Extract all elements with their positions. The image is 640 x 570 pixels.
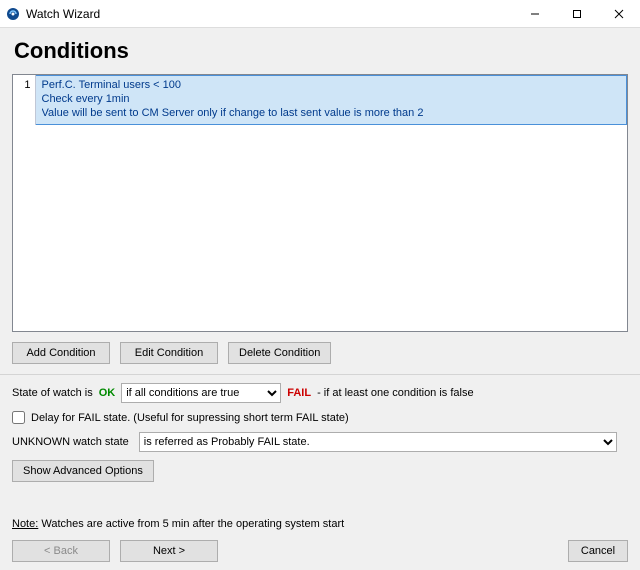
unknown-state-combo[interactable]: is referred as Probably FAIL state. [139, 432, 617, 452]
state-fail-suffix: - if at least one condition is false [317, 387, 474, 399]
unknown-row: UNKNOWN watch state is referred as Proba… [0, 430, 640, 460]
delay-fail-label[interactable]: Delay for FAIL state. (Useful for supres… [31, 412, 349, 424]
condition-line-3: Value will be sent to CM Server only if … [42, 106, 621, 120]
add-condition-button[interactable]: Add Condition [12, 342, 110, 364]
condition-line-2: Check every 1min [42, 92, 621, 106]
page-title: Conditions [14, 38, 626, 64]
condition-line-1: Perf.C. Terminal users < 100 [42, 78, 621, 92]
delete-condition-button[interactable]: Delete Condition [228, 342, 331, 364]
state-row: State of watch is OK if all conditions a… [0, 375, 640, 407]
wizard-window: Watch Wizard Conditions 1 Perf.C. Termin… [0, 0, 640, 540]
condition-row[interactable]: 1 Perf.C. Terminal users < 100 Check eve… [13, 76, 627, 125]
condition-row-body[interactable]: Perf.C. Terminal users < 100 Check every… [35, 76, 627, 125]
window-title: Watch Wizard [26, 7, 100, 21]
unknown-label: UNKNOWN watch state [12, 436, 129, 448]
cancel-button[interactable]: Cancel [568, 540, 628, 562]
maximize-button[interactable] [556, 0, 598, 28]
delay-fail-checkbox[interactable] [12, 411, 25, 424]
advanced-row: Show Advanced Options [0, 460, 640, 490]
state-ok-label: OK [99, 387, 116, 399]
show-advanced-button[interactable]: Show Advanced Options [12, 460, 154, 482]
note-row: Note: Watches are active from 5 min afte… [0, 490, 640, 536]
note-text: Watches are active from 5 min after the … [38, 518, 344, 530]
condition-buttons-row: Add Condition Edit Condition Delete Cond… [0, 342, 640, 375]
note-label: Note: [12, 518, 38, 530]
minimize-button[interactable] [514, 0, 556, 28]
app-icon [6, 7, 20, 21]
wizard-footer: < Back Next > Cancel [0, 536, 640, 570]
back-button[interactable]: < Back [12, 540, 110, 562]
state-fail-label: FAIL [287, 387, 311, 399]
state-prefix: State of watch is [12, 387, 93, 399]
delay-row: Delay for FAIL state. (Useful for supres… [0, 407, 640, 430]
conditions-list[interactable]: 1 Perf.C. Terminal users < 100 Check eve… [12, 74, 628, 332]
page-header: Conditions [0, 28, 640, 70]
edit-condition-button[interactable]: Edit Condition [120, 342, 218, 364]
next-button[interactable]: Next > [120, 540, 218, 562]
condition-row-index: 1 [13, 76, 35, 125]
titlebar: Watch Wizard [0, 0, 640, 28]
close-button[interactable] [598, 0, 640, 28]
state-condition-combo[interactable]: if all conditions are true [121, 383, 281, 403]
